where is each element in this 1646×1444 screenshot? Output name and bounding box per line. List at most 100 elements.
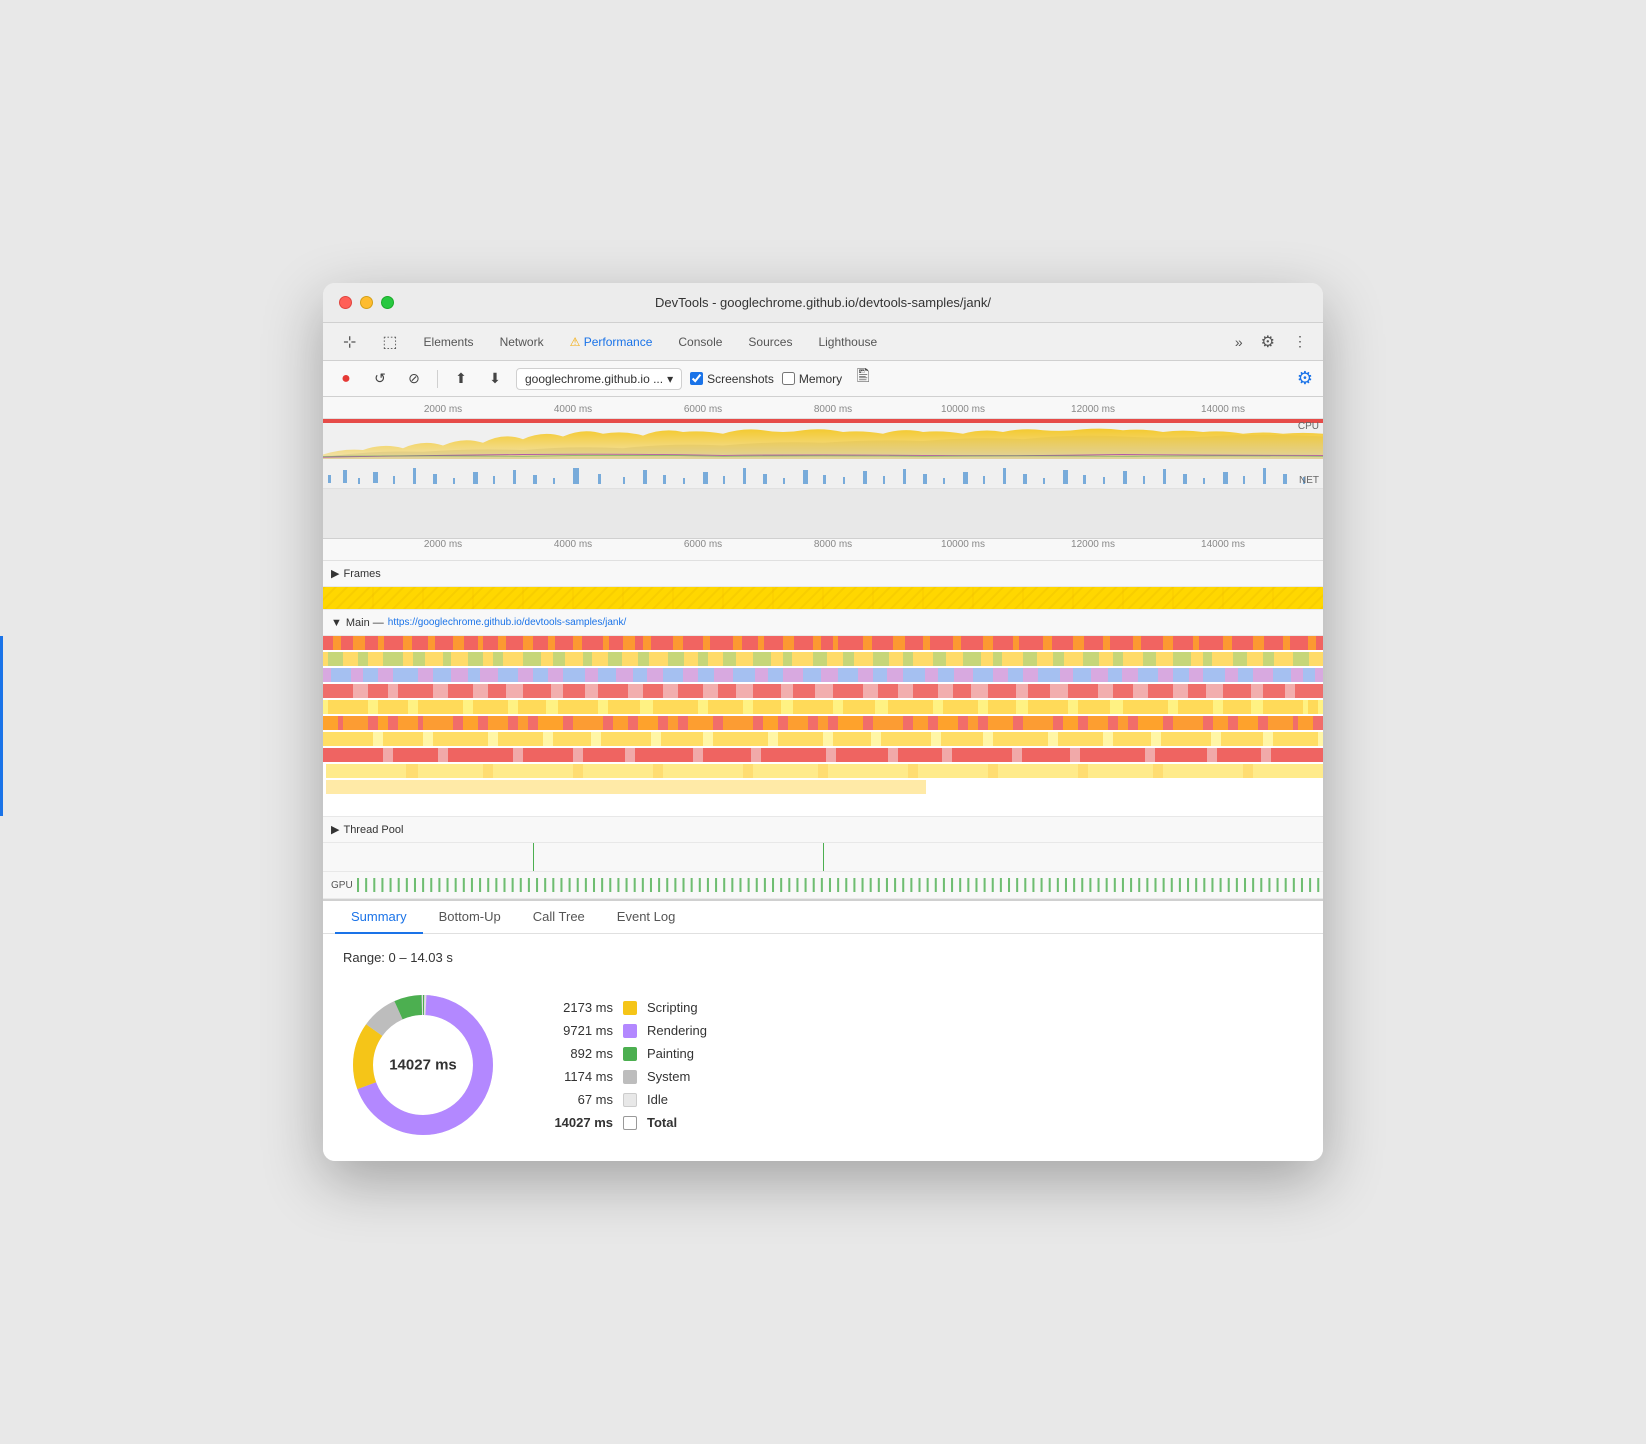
cpu-net-overview[interactable]: CPU NET <box>323 419 1323 489</box>
summary-panel: Range: 0 – 14.03 s <box>323 934 1323 1161</box>
screenshots-strip <box>323 489 1323 539</box>
ruler2-mark-6000: 6000 ms <box>684 539 722 550</box>
ruler-mark-12000: 12000 ms <box>1071 404 1115 415</box>
devtools-tabs: ⊹ ⬚ Elements Network ⚠ Performance Conso… <box>323 323 1323 361</box>
frames-header[interactable]: ▶ Frames <box>323 561 1323 587</box>
thread-pool-header[interactable]: ▶ Thread Pool <box>323 817 1323 843</box>
system-value: 1174 ms <box>543 1069 613 1084</box>
gpu-label: GPU <box>331 880 353 891</box>
legend-system: 1174 ms System <box>543 1069 707 1084</box>
devtools-window: DevTools - googlechrome.github.io/devtoo… <box>323 283 1323 1161</box>
more-options-icon[interactable]: ⋮ <box>1285 329 1315 354</box>
close-button[interactable] <box>339 296 352 309</box>
settings-icon[interactable]: ⚙ <box>1253 328 1283 356</box>
cpu-chart <box>323 423 1323 459</box>
system-name: System <box>647 1069 690 1084</box>
tab-performance[interactable]: ⚠ Performance <box>558 329 665 355</box>
tab-more[interactable]: » <box>1227 330 1251 354</box>
warning-icon: ⚠ <box>570 335 581 349</box>
frames-track <box>323 587 1323 609</box>
separator-1 <box>437 370 438 388</box>
memory-check[interactable] <box>782 372 795 385</box>
donut-chart: 14027 ms <box>343 985 503 1145</box>
legend-painting: 892 ms Painting <box>543 1046 707 1061</box>
thread-pool-line-1 <box>533 843 534 871</box>
tab-call-tree[interactable]: Call Tree <box>517 901 601 934</box>
painting-name: Painting <box>647 1046 694 1061</box>
clean-button[interactable]: 🖺 <box>850 366 876 392</box>
idle-name: Idle <box>647 1092 668 1107</box>
thread-pool-arrow: ▶ <box>331 823 339 836</box>
rendering-value: 9721 ms <box>543 1023 613 1038</box>
gpu-section: GPU <box>323 872 1323 899</box>
thread-pool-label: Thread Pool <box>343 824 403 836</box>
timeline-container: 2000 ms 4000 ms 6000 ms 8000 ms 10000 ms… <box>323 397 1323 899</box>
tab-elements[interactable]: Elements <box>412 329 486 355</box>
tab-network[interactable]: Network <box>488 329 556 355</box>
tab-console[interactable]: Console <box>666 329 734 355</box>
ruler2-mark-10000: 10000 ms <box>941 539 985 550</box>
main-header[interactable]: ▼ Main — https://googlechrome.github.io/… <box>323 610 1323 636</box>
main-track-body[interactable] <box>323 636 1323 816</box>
bottom-tabs-row: Summary Bottom-Up Call Tree Event Log <box>323 901 1323 934</box>
total-value: 14027 ms <box>543 1115 613 1130</box>
gpu-track-body: GPU <box>323 872 1323 898</box>
ruler2-mark-2000: 2000 ms <box>424 539 462 550</box>
ruler-mark-10000: 10000 ms <box>941 404 985 415</box>
main-arrow: ▼ <box>331 617 342 629</box>
screenshots-checkbox[interactable]: Screenshots <box>690 372 774 386</box>
minimize-button[interactable] <box>360 296 373 309</box>
frames-arrow: ▶ <box>331 567 339 580</box>
painting-value: 892 ms <box>543 1046 613 1061</box>
record-button[interactable]: ● <box>333 366 359 392</box>
tab-sources[interactable]: Sources <box>736 329 804 355</box>
screenshots-check[interactable] <box>690 372 703 385</box>
scripting-value: 2173 ms <box>543 1000 613 1015</box>
summary-legend: 2173 ms Scripting 9721 ms Rendering 892 … <box>543 1000 707 1130</box>
total-swatch <box>623 1116 637 1130</box>
tab-lighthouse[interactable]: Lighthouse <box>806 329 889 355</box>
performance-toolbar: ● ↺ ⊘ ⬆ ⬇ googlechrome.github.io ... ▾ S… <box>323 361 1323 397</box>
main-label: Main — <box>346 617 384 629</box>
donut-center-label: 14027 ms <box>389 1057 457 1074</box>
main-section: ▼ Main — https://googlechrome.github.io/… <box>323 610 1323 817</box>
screenshots-label: Screenshots <box>707 372 774 386</box>
bottom-panel: Summary Bottom-Up Call Tree Event Log Ra… <box>323 899 1323 1161</box>
painting-swatch <box>623 1047 637 1061</box>
memory-label: Memory <box>799 372 842 386</box>
upload-button[interactable]: ⬆ <box>448 366 474 392</box>
frames-section: ▶ Frames <box>323 561 1323 610</box>
summary-content: 14027 ms 2173 ms Scripting 9721 ms Rende… <box>343 985 1303 1145</box>
tab-event-log[interactable]: Event Log <box>601 901 692 934</box>
ruler2-mark-8000: 8000 ms <box>814 539 852 550</box>
download-button[interactable]: ⬇ <box>482 366 508 392</box>
idle-swatch <box>623 1093 637 1107</box>
ruler2-mark-4000: 4000 ms <box>554 539 592 550</box>
cpu-label: CPU <box>1298 421 1319 432</box>
ruler-mark-14000: 14000 ms <box>1201 404 1245 415</box>
net-chart <box>323 460 1323 488</box>
tab-bottom-up[interactable]: Bottom-Up <box>423 901 517 934</box>
gpu-chart <box>357 875 1323 895</box>
legend-total: 14027 ms Total <box>543 1115 707 1130</box>
legend-idle: 67 ms Idle <box>543 1092 707 1107</box>
frames-label: Frames <box>343 568 380 580</box>
second-ruler: 2000 ms 4000 ms 6000 ms 8000 ms 10000 ms… <box>323 539 1323 561</box>
reload-button[interactable]: ↺ <box>367 366 393 392</box>
memory-checkbox[interactable]: Memory <box>782 372 842 386</box>
url-chip[interactable]: googlechrome.github.io ... ▾ <box>516 368 682 390</box>
top-ruler: 2000 ms 4000 ms 6000 ms 8000 ms 10000 ms… <box>323 397 1323 419</box>
toolbar-settings-icon[interactable]: ⚙ <box>1297 368 1313 389</box>
maximize-button[interactable] <box>381 296 394 309</box>
title-bar: DevTools - googlechrome.github.io/devtoo… <box>323 283 1323 323</box>
thread-pool-track-body <box>323 843 1323 871</box>
scripting-name: Scripting <box>647 1000 698 1015</box>
tab-summary[interactable]: Summary <box>335 901 423 934</box>
clear-button[interactable]: ⊘ <box>401 366 427 392</box>
total-name: Total <box>647 1115 677 1130</box>
thread-pool-line-2 <box>823 843 824 871</box>
legend-rendering: 9721 ms Rendering <box>543 1023 707 1038</box>
tab-inspect[interactable]: ⬚ <box>370 326 409 358</box>
system-swatch <box>623 1070 637 1084</box>
tab-cursor[interactable]: ⊹ <box>331 326 368 358</box>
